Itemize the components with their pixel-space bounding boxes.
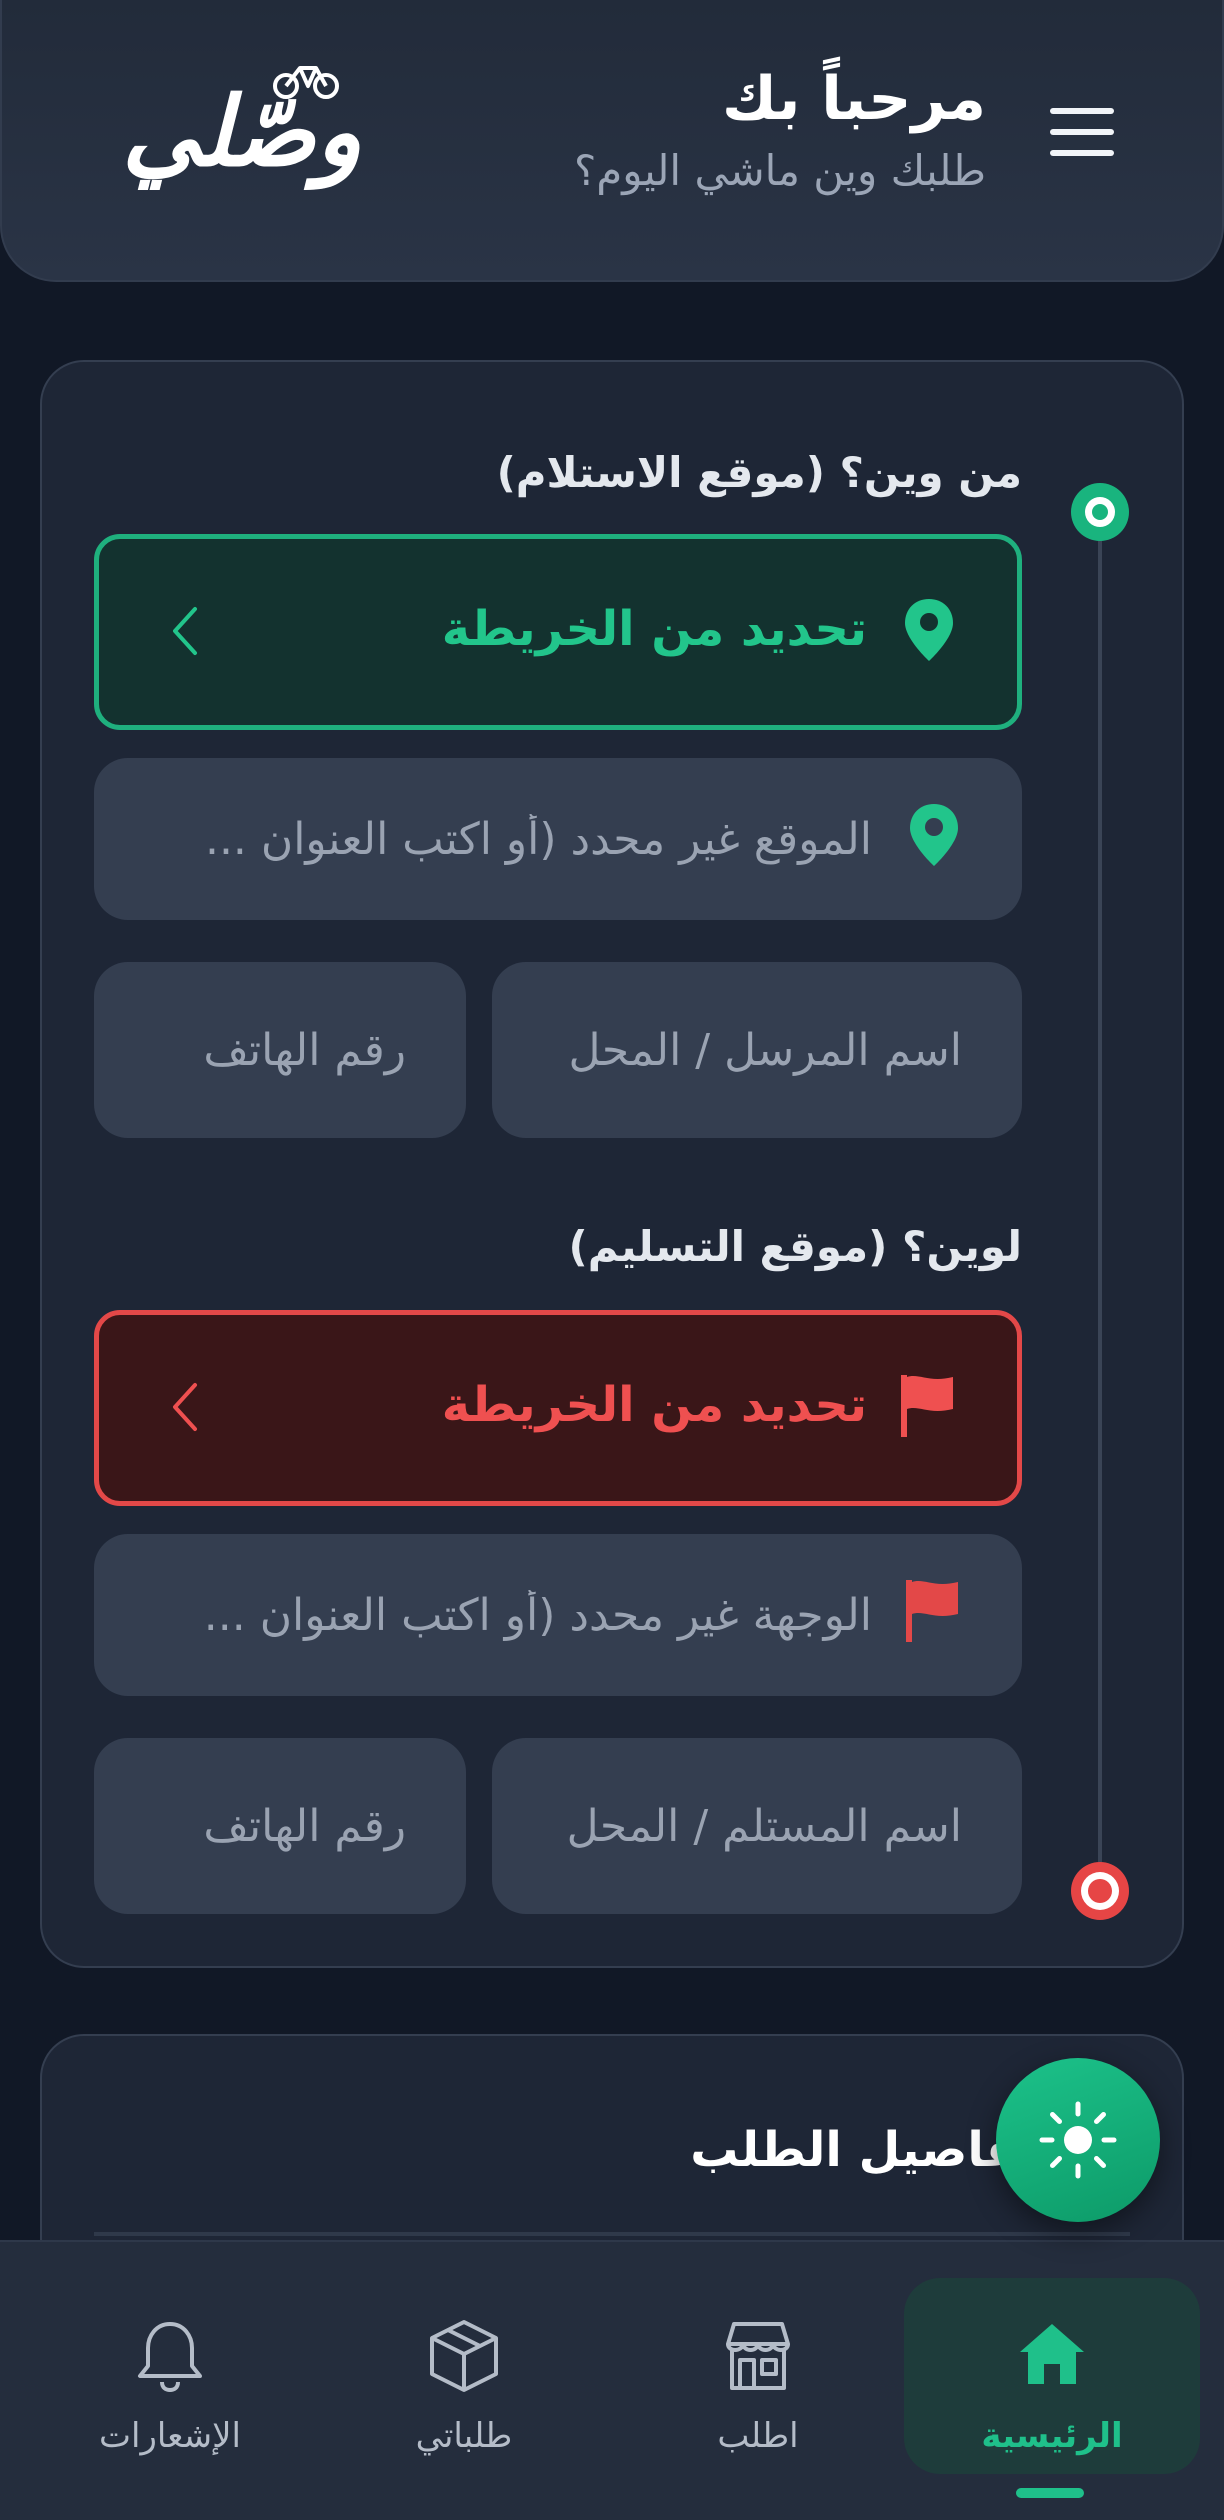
sun-icon <box>1039 2101 1117 2179</box>
greeting-subtitle: طلبك وين ماشي اليوم؟ <box>573 146 986 195</box>
theme-toggle-button[interactable] <box>996 2058 1160 2222</box>
pickup-address-input[interactable] <box>94 758 1022 920</box>
nav-item-order[interactable]: اطلب <box>610 2278 906 2474</box>
pickup-map-button[interactable]: تحديد من الخريطة <box>94 534 1022 730</box>
active-indicator <box>1016 2488 1084 2498</box>
dropoff-address-field[interactable] <box>94 1534 1022 1696</box>
pickup-point-icon <box>1071 483 1129 541</box>
bottom-navigation: الرئيسية اطلب طلباتي الإشعارات <box>0 2240 1224 2520</box>
app-header: مرحباً بك طلبك وين ماشي اليوم؟ وصّلي <box>0 0 1224 282</box>
app-logo: وصّلي <box>102 60 382 210</box>
nav-item-my-orders[interactable]: طلباتي <box>316 2278 612 2474</box>
nav-item-label: طلباتي <box>415 2416 513 2456</box>
dropoff-section-label: لوين؟ (موقع التسليم) <box>568 1222 1022 1271</box>
route-timeline-line <box>1098 530 1102 1870</box>
sender-phone-input[interactable] <box>94 962 466 1138</box>
dropoff-map-button[interactable]: تحديد من الخريطة <box>94 1310 1022 1506</box>
bell-icon <box>134 2318 206 2398</box>
pickup-map-button-label: تحديد من الخريطة <box>441 601 867 657</box>
order-details-title: تفاصيل الطلب <box>690 2122 1038 2178</box>
flag-icon <box>899 1373 955 1443</box>
menu-icon-line <box>1050 150 1114 156</box>
nav-item-label: اطلب <box>717 2416 799 2456</box>
dropoff-map-button-label: تحديد من الخريطة <box>441 1377 867 1433</box>
pickup-section-label: من وين؟ (موقع الاستلام) <box>496 448 1022 497</box>
nav-item-label: الرئيسية <box>981 2416 1123 2456</box>
divider <box>94 2232 1130 2236</box>
dropoff-address-input[interactable] <box>94 1534 1022 1696</box>
location-pin-icon <box>903 597 955 667</box>
menu-icon-line <box>1050 129 1114 135</box>
recipient-phone-input[interactable] <box>94 1738 466 1914</box>
menu-icon-line <box>1050 108 1114 114</box>
dropoff-point-icon <box>1071 1862 1129 1920</box>
chevron-left-icon <box>169 605 199 661</box>
chevron-left-icon <box>169 1381 199 1437</box>
sender-name-field[interactable] <box>492 962 1022 1138</box>
sender-phone-field[interactable] <box>94 962 466 1138</box>
recipient-name-input[interactable] <box>492 1738 1022 1914</box>
bicycle-icon <box>273 66 339 99</box>
store-icon <box>720 2318 796 2398</box>
menu-button[interactable] <box>1050 108 1114 158</box>
recipient-name-field[interactable] <box>492 1738 1022 1914</box>
recipient-phone-field[interactable] <box>94 1738 466 1914</box>
nav-item-home[interactable]: الرئيسية <box>904 2278 1200 2498</box>
pickup-address-field[interactable] <box>94 758 1022 920</box>
nav-item-notifications[interactable]: الإشعارات <box>22 2278 318 2474</box>
box-icon <box>426 2318 502 2398</box>
greeting-title: مرحباً بك <box>721 64 986 134</box>
sender-name-input[interactable] <box>492 962 1022 1138</box>
nav-item-label: الإشعارات <box>99 2416 241 2456</box>
home-icon <box>1016 2318 1088 2394</box>
